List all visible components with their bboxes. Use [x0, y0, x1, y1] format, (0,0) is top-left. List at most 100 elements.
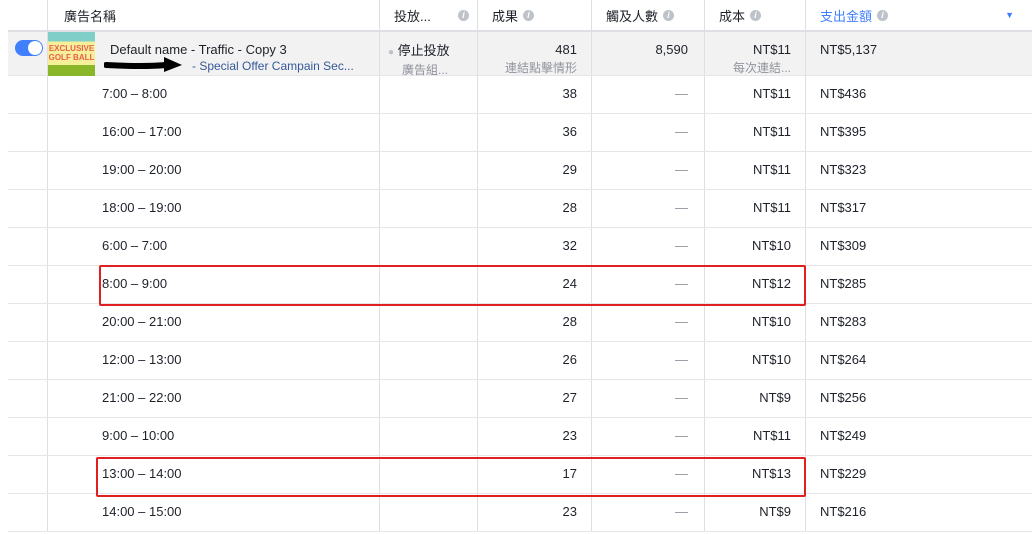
- time-cell: 14:00 – 15:00: [48, 494, 380, 531]
- time-cell: 9:00 – 10:00: [48, 418, 380, 455]
- time-cell: 16:00 – 17:00: [48, 114, 380, 151]
- spend-cell: NT$216: [820, 504, 867, 519]
- table-header: 廣告名稱 投放... i 成果 i 觸及人數 i 成本 i 支出金額 i ▼: [8, 0, 1032, 32]
- table-row[interactable]: 12:00 – 13:00 26 — NT$10 NT$264: [8, 342, 1032, 380]
- spend-cell: NT$264: [820, 352, 867, 367]
- cost-cell: NT$10: [705, 228, 806, 265]
- delivery-status: 停止投放: [397, 43, 450, 58]
- header-cost[interactable]: 成本 i: [705, 0, 806, 30]
- toggle-cell: [8, 494, 48, 531]
- results-cell: 481 連結點擊情形: [478, 32, 592, 75]
- table-row[interactable]: 6:00 – 7:00 32 — NT$10 NT$309: [8, 228, 1032, 266]
- cost-cell: NT$11: [705, 152, 806, 189]
- reach-cell: —: [592, 380, 705, 417]
- header-results[interactable]: 成果 i: [478, 0, 592, 30]
- results-cell: 28: [478, 190, 592, 227]
- table-row[interactable]: 9:00 – 10:00 23 — NT$11 NT$249: [8, 418, 1032, 456]
- info-icon[interactable]: i: [663, 9, 675, 21]
- cost-cell: NT$10: [705, 304, 806, 341]
- reach-cell: —: [592, 76, 705, 113]
- spend-cell: NT$285: [820, 276, 867, 291]
- sort-desc-icon[interactable]: ▼: [1005, 10, 1014, 20]
- results-cell: 38: [478, 76, 592, 113]
- toggle-cell: [8, 456, 48, 493]
- reach-cell: —: [592, 494, 705, 531]
- header-label: 投放...: [394, 8, 431, 24]
- cost-cell: NT$11 每次連結...: [705, 32, 806, 75]
- info-icon[interactable]: i: [523, 9, 535, 21]
- toggle-cell: [8, 380, 48, 417]
- spend-cell: NT$309: [820, 238, 867, 253]
- info-icon[interactable]: i: [877, 9, 889, 21]
- header-label: 成本: [719, 8, 746, 24]
- time-cell: 18:00 – 19:00: [48, 190, 380, 227]
- toggle-cell: [8, 32, 48, 75]
- ad-toggle[interactable]: [15, 40, 43, 56]
- reach-cell: —: [592, 114, 705, 151]
- header-reach[interactable]: 觸及人數 i: [592, 0, 705, 30]
- spend-cell: NT$283: [820, 314, 867, 329]
- results-cell: 23: [478, 494, 592, 531]
- status-dot-icon: ●: [388, 47, 395, 58]
- table-row[interactable]: 16:00 – 17:00 36 — NT$11 NT$395: [8, 114, 1032, 152]
- spend-cell: NT$395: [820, 124, 867, 139]
- reach-cell: —: [592, 342, 705, 379]
- results-cell: 28: [478, 304, 592, 341]
- spend-cell: NT$229: [820, 466, 867, 481]
- ad-name-link[interactable]: Default name - Traffic - Copy 3: [110, 42, 379, 57]
- delivery-cell: [380, 114, 478, 151]
- cost-cell: NT$9: [705, 380, 806, 417]
- cost-value: NT$11: [752, 42, 791, 57]
- delivery-cell: ● 停止投放 廣告組...: [380, 32, 478, 77]
- delivery-cell: [380, 304, 478, 341]
- reach-cell: —: [592, 228, 705, 265]
- table-row[interactable]: 7:00 – 8:00 38 — NT$11 NT$436: [8, 76, 1032, 114]
- cost-cell: NT$11: [705, 114, 806, 151]
- reach-cell: —: [592, 190, 705, 227]
- header-delivery[interactable]: 投放... i: [380, 0, 478, 30]
- ad-row[interactable]: EXCLUSIVE GOLF BALL Default name - Traff…: [8, 32, 1032, 77]
- cost-cell: NT$11: [705, 76, 806, 113]
- time-cell: 19:00 – 20:00: [48, 152, 380, 189]
- toggle-cell: [8, 152, 48, 189]
- results-cell: 27: [478, 380, 592, 417]
- spend-cell: NT$323: [820, 162, 867, 177]
- time-cell: 6:00 – 7:00: [48, 228, 380, 265]
- results-sub: 連結點擊情形: [504, 61, 577, 75]
- table-row[interactable]: 19:00 – 20:00 29 — NT$11 NT$323: [8, 152, 1032, 190]
- info-icon[interactable]: i: [458, 9, 469, 21]
- time-cell: 21:00 – 22:00: [48, 380, 380, 417]
- spend-cell: NT$249: [820, 428, 867, 443]
- header-ad-name[interactable]: 廣告名稱: [48, 0, 380, 30]
- results-cell: 32: [478, 228, 592, 265]
- table-row[interactable]: 20:00 – 21:00 28 — NT$10 NT$283: [8, 304, 1032, 342]
- header-label: 成果: [492, 8, 519, 24]
- delivery-cell: [380, 418, 478, 455]
- table-row[interactable]: 18:00 – 19:00 28 — NT$11 NT$317: [8, 190, 1032, 228]
- time-cell: 20:00 – 21:00: [48, 304, 380, 341]
- results-value: 481: [555, 42, 577, 57]
- table-row[interactable]: 21:00 – 22:00 27 — NT$9 NT$256: [8, 380, 1032, 418]
- header-label: 觸及人數: [606, 8, 659, 24]
- spend-cell: NT$317: [820, 200, 867, 215]
- delivery-cell: [380, 494, 478, 531]
- toggle-cell: [8, 228, 48, 265]
- info-icon[interactable]: i: [750, 9, 762, 21]
- header-toggle-col: [8, 0, 48, 30]
- ad-name-cell: EXCLUSIVE GOLF BALL Default name - Traff…: [48, 32, 380, 76]
- results-cell: 36: [478, 114, 592, 151]
- time-cell: 12:00 – 13:00: [48, 342, 380, 379]
- cost-cell: NT$11: [705, 418, 806, 455]
- cost-cell: NT$9: [705, 494, 806, 531]
- toggle-cell: [8, 418, 48, 455]
- results-cell: 29: [478, 152, 592, 189]
- cost-cell: NT$10: [705, 342, 806, 379]
- header-label: 廣告名稱: [64, 8, 117, 24]
- spend-cell: NT$256: [820, 390, 867, 405]
- highlight-box: [96, 457, 806, 497]
- header-spend[interactable]: 支出金額 i ▼: [806, 0, 1032, 30]
- table-row[interactable]: 14:00 – 15:00 23 — NT$9 NT$216: [8, 494, 1032, 532]
- reach-cell: —: [592, 152, 705, 189]
- arrow-annotation-icon: [104, 57, 182, 72]
- delivery-cell: [380, 380, 478, 417]
